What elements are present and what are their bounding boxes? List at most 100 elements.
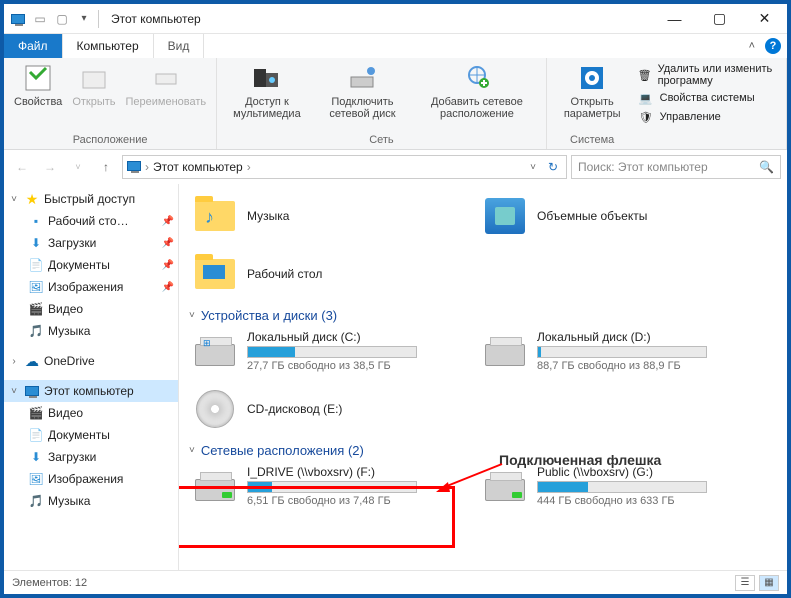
gear-icon <box>576 62 608 94</box>
open-params-button[interactable]: Открыть параметры <box>553 60 632 122</box>
tree-pc-music[interactable]: 🎵Музыка <box>4 490 178 512</box>
tree-videos[interactable]: 🎬Видео <box>4 298 178 320</box>
folder-desktop[interactable]: Рабочий стол <box>189 248 469 300</box>
3d-objects-icon <box>483 194 527 238</box>
recent-dropdown[interactable]: ˅ <box>66 155 90 179</box>
address-dropdown-icon[interactable]: ˅ <box>526 162 540 173</box>
music-icon: 🎵 <box>28 323 44 339</box>
drive-icon <box>483 329 527 373</box>
help-icon[interactable]: ? <box>765 38 781 54</box>
tree-thispc[interactable]: ˅Этот компьютер <box>4 380 178 402</box>
rename-button[interactable]: Переименовать <box>122 60 211 110</box>
sys-props-button[interactable]: 💻Свойства системы <box>634 89 778 107</box>
ribbon: Свойства Открыть Переименовать Расположе… <box>4 58 787 150</box>
forward-button[interactable]: → <box>38 155 62 179</box>
tree-downloads[interactable]: ⬇Загрузки📌 <box>4 232 178 254</box>
music-folder-icon: ♪ <box>193 194 237 238</box>
view-details-button[interactable]: ☰ <box>735 575 755 591</box>
pc-icon <box>24 383 40 399</box>
up-button[interactable]: ↑ <box>94 155 118 179</box>
page-icon[interactable]: ▭ <box>32 11 48 27</box>
drive-c[interactable]: ⊞ Локальный диск (C:) 27,7 ГБ свободно и… <box>189 325 469 377</box>
drive-e[interactable]: CD-дисковод (E:) <box>189 383 469 435</box>
status-bar: Элементов: 12 ☰ ▦ <box>4 570 787 594</box>
section-drives-header[interactable]: ˅Устройства и диски (3) <box>189 306 777 325</box>
annotation-label: Подключенная флешка <box>499 452 661 468</box>
qat-dropdown-icon[interactable]: ▾ <box>76 11 92 27</box>
new-icon[interactable]: ▢ <box>54 11 70 27</box>
star-icon: ★ <box>24 191 40 207</box>
cd-icon <box>193 387 237 431</box>
folder-music[interactable]: ♪ Музыка <box>189 190 469 242</box>
network-drive-icon <box>483 464 527 508</box>
tab-view[interactable]: Вид <box>154 34 205 58</box>
address-bar[interactable]: › Этот компьютер › ˅ ↻ <box>122 155 567 179</box>
refresh-icon[interactable]: ↻ <box>544 160 562 174</box>
add-netloc-button[interactable]: Добавить сетевое расположение <box>414 60 540 122</box>
tab-computer[interactable]: Компьютер <box>63 34 154 58</box>
videos-icon: 🎬 <box>28 301 44 317</box>
tree-music[interactable]: 🎵Музыка <box>4 320 178 342</box>
drive-f[interactable]: I_DRIVE (\\vboxsrv) (F:) 6,51 ГБ свободн… <box>189 460 469 512</box>
tree-documents[interactable]: 📄Документы📌 <box>4 254 178 276</box>
tree-quick-access[interactable]: ˅★Быстрый доступ <box>4 188 178 210</box>
properties-icon <box>22 62 54 94</box>
section-network-header[interactable]: ˅Сетевые расположения (2) <box>189 441 777 460</box>
map-drive-button[interactable]: Подключить сетевой диск <box>313 60 412 122</box>
open-button[interactable]: Открыть <box>68 60 119 110</box>
uninstall-button[interactable]: 🗑Удалить или изменить программу <box>634 62 778 88</box>
chevron-down-icon: ˅ <box>189 445 195 456</box>
folder-3d[interactable]: Объемные объекты <box>479 190 759 242</box>
rename-icon <box>150 62 182 94</box>
tree-pc-videos[interactable]: 🎬Видео <box>4 402 178 424</box>
drive-icon: ⊞ <box>193 329 237 373</box>
breadcrumb-root[interactable]: Этот компьютер <box>153 160 243 174</box>
map-drive-icon <box>346 62 378 94</box>
drive-d[interactable]: Локальный диск (D:) 88,7 ГБ свободно из … <box>479 325 759 377</box>
add-netloc-icon <box>461 62 493 94</box>
open-icon <box>78 62 110 94</box>
ribbon-tabs: Файл Компьютер Вид ˄ ? <box>4 34 787 58</box>
window-title: Этот компьютер <box>111 12 201 26</box>
group-location-label: Расположение <box>73 133 148 147</box>
desktop-folder-icon <box>193 252 237 296</box>
system-icon <box>10 11 26 27</box>
minimize-button[interactable]: — <box>652 4 697 34</box>
onedrive-icon: ☁ <box>24 353 40 369</box>
manage-icon: 🛡 <box>638 109 654 125</box>
maximize-button[interactable]: ▢ <box>697 4 742 34</box>
chevron-down-icon: ˅ <box>189 310 195 321</box>
properties-button[interactable]: Свойства <box>10 60 66 110</box>
search-input[interactable]: Поиск: Этот компьютер 🔍 <box>571 155 781 179</box>
desktop-icon: ▪ <box>28 213 44 229</box>
downloads-icon: ⬇ <box>28 449 44 465</box>
back-button[interactable]: ← <box>10 155 34 179</box>
pictures-icon: 🖼 <box>28 279 44 295</box>
media-button[interactable]: Доступ к мультимедиа <box>223 60 311 122</box>
titlebar: ▭ ▢ ▾ Этот компьютер — ▢ ✕ <box>4 4 787 34</box>
network-drive-icon <box>193 464 237 508</box>
tree-pc-downloads[interactable]: ⬇Загрузки <box>4 446 178 468</box>
search-icon: 🔍 <box>759 160 774 174</box>
content-pane: ♪ Музыка Объемные объекты Рабочий стол ˅… <box>179 184 787 570</box>
manage-button[interactable]: 🛡Управление <box>634 108 778 126</box>
pictures-icon: 🖼 <box>28 471 44 487</box>
documents-icon: 📄 <box>28 257 44 273</box>
pc-icon <box>127 160 141 174</box>
tab-file[interactable]: Файл <box>4 34 63 58</box>
documents-icon: 📄 <box>28 427 44 443</box>
group-network-label: Сеть <box>369 133 393 147</box>
tree-pc-documents[interactable]: 📄Документы <box>4 424 178 446</box>
collapse-ribbon-icon[interactable]: ˄ <box>749 40 755 52</box>
group-system-label: Система <box>553 133 632 147</box>
close-button[interactable]: ✕ <box>742 4 787 34</box>
tree-pictures[interactable]: 🖼Изображения📌 <box>4 276 178 298</box>
item-count: Элементов: 12 <box>12 577 87 589</box>
videos-icon: 🎬 <box>28 405 44 421</box>
music-icon: 🎵 <box>28 493 44 509</box>
tree-pc-pictures[interactable]: 🖼Изображения <box>4 468 178 490</box>
view-tiles-button[interactable]: ▦ <box>759 575 779 591</box>
media-icon <box>251 62 283 94</box>
tree-desktop[interactable]: ▪Рабочий сто…📌 <box>4 210 178 232</box>
tree-onedrive[interactable]: ›☁OneDrive <box>4 350 178 372</box>
